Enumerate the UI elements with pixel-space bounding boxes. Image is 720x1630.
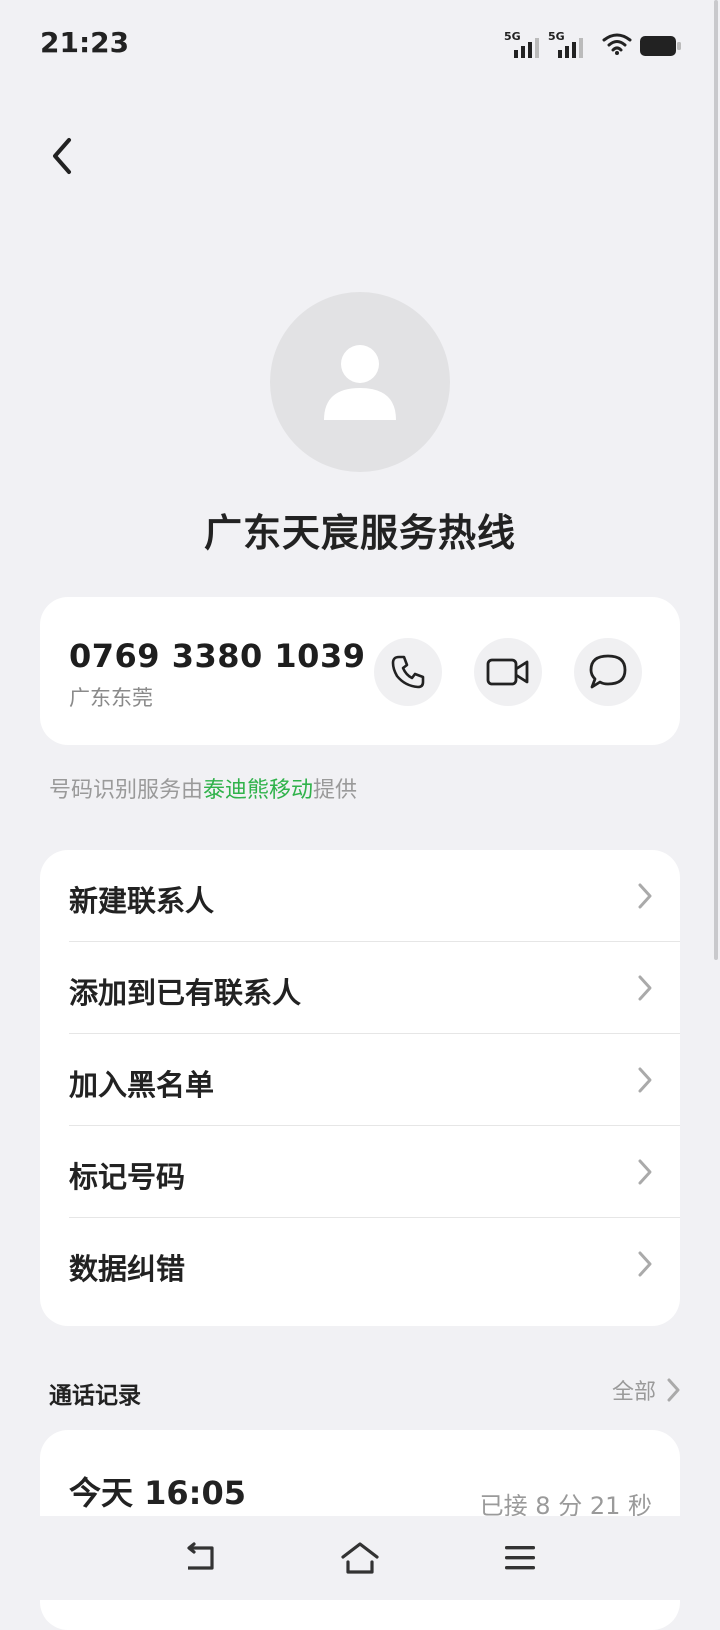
call-log-title: 通话记录 <box>49 1383 141 1409</box>
status-time: 21:23 <box>40 26 130 59</box>
video-call-icon <box>486 658 529 686</box>
signal-icon: 5G <box>548 30 588 60</box>
nav-home-button[interactable] <box>332 1530 388 1586</box>
video-call-button[interactable] <box>474 638 542 706</box>
provider-name[interactable]: 泰迪熊移动 <box>203 778 313 803</box>
nav-menu-button[interactable] <box>492 1530 548 1586</box>
menu-item-label: 数据纠错 <box>69 1252 186 1286</box>
menu-item-label: 加入黑名单 <box>69 1068 215 1102</box>
call-time: 今天 16:05 <box>69 1474 247 1512</box>
back-button[interactable] <box>40 134 84 178</box>
home-icon <box>341 1542 379 1574</box>
navigation-bar <box>0 1516 720 1600</box>
block-number-item[interactable]: 加入黑名单 <box>40 1034 680 1126</box>
chevron-right-icon <box>638 975 652 1001</box>
chevron-left-icon <box>53 138 71 174</box>
signal-icon: 5G <box>504 30 544 60</box>
provider-suffix: 提供 <box>313 778 358 803</box>
number-location: 广东东莞 <box>69 686 153 710</box>
chevron-right-icon <box>638 1159 652 1185</box>
back-icon <box>187 1542 214 1570</box>
contact-name: 广东天宸服务热线 <box>203 511 516 555</box>
phone-icon <box>391 655 425 689</box>
menu-item-label: 新建联系人 <box>69 884 215 918</box>
all-link-label: 全部 <box>611 1380 656 1405</box>
chevron-right-icon <box>638 1251 652 1277</box>
call-log-all-link[interactable]: 全部 <box>612 1374 682 1406</box>
scroll-indicator[interactable] <box>714 0 718 960</box>
nav-back-button[interactable] <box>172 1530 228 1586</box>
number-card: 0769 3380 1039 广东东莞 <box>40 597 680 745</box>
menu-item-label: 标记号码 <box>69 1160 186 1194</box>
new-contact-item[interactable]: 新建联系人 <box>40 850 680 942</box>
wifi-icon <box>602 33 632 55</box>
mark-number-item[interactable]: 标记号码 <box>40 1126 680 1218</box>
chevron-right-icon <box>638 1067 652 1093</box>
status-bar: 21:23 5G 5G <box>0 0 720 90</box>
message-button[interactable] <box>574 638 642 706</box>
chevron-right-icon <box>638 883 652 909</box>
call-button[interactable] <box>374 638 442 706</box>
message-icon <box>589 654 627 689</box>
provider-prefix: 号码识别服务由 <box>49 778 204 803</box>
options-menu: 新建联系人 添加到已有联系人 加入黑名单 标记号码 数据纠错 <box>40 850 680 1326</box>
person-icon <box>324 345 396 420</box>
menu-item-label: 添加到已有联系人 <box>69 976 302 1010</box>
menu-icon <box>505 1546 535 1570</box>
contact-avatar <box>270 292 450 472</box>
add-to-existing-contact-item[interactable]: 添加到已有联系人 <box>40 942 680 1034</box>
provider-note: 号码识别服务由泰迪熊移动提供 <box>49 772 357 804</box>
battery-icon <box>640 36 681 56</box>
chevron-right-icon <box>667 1378 680 1402</box>
phone-number[interactable]: 0769 3380 1039 <box>69 637 365 675</box>
data-correction-item[interactable]: 数据纠错 <box>40 1218 680 1310</box>
